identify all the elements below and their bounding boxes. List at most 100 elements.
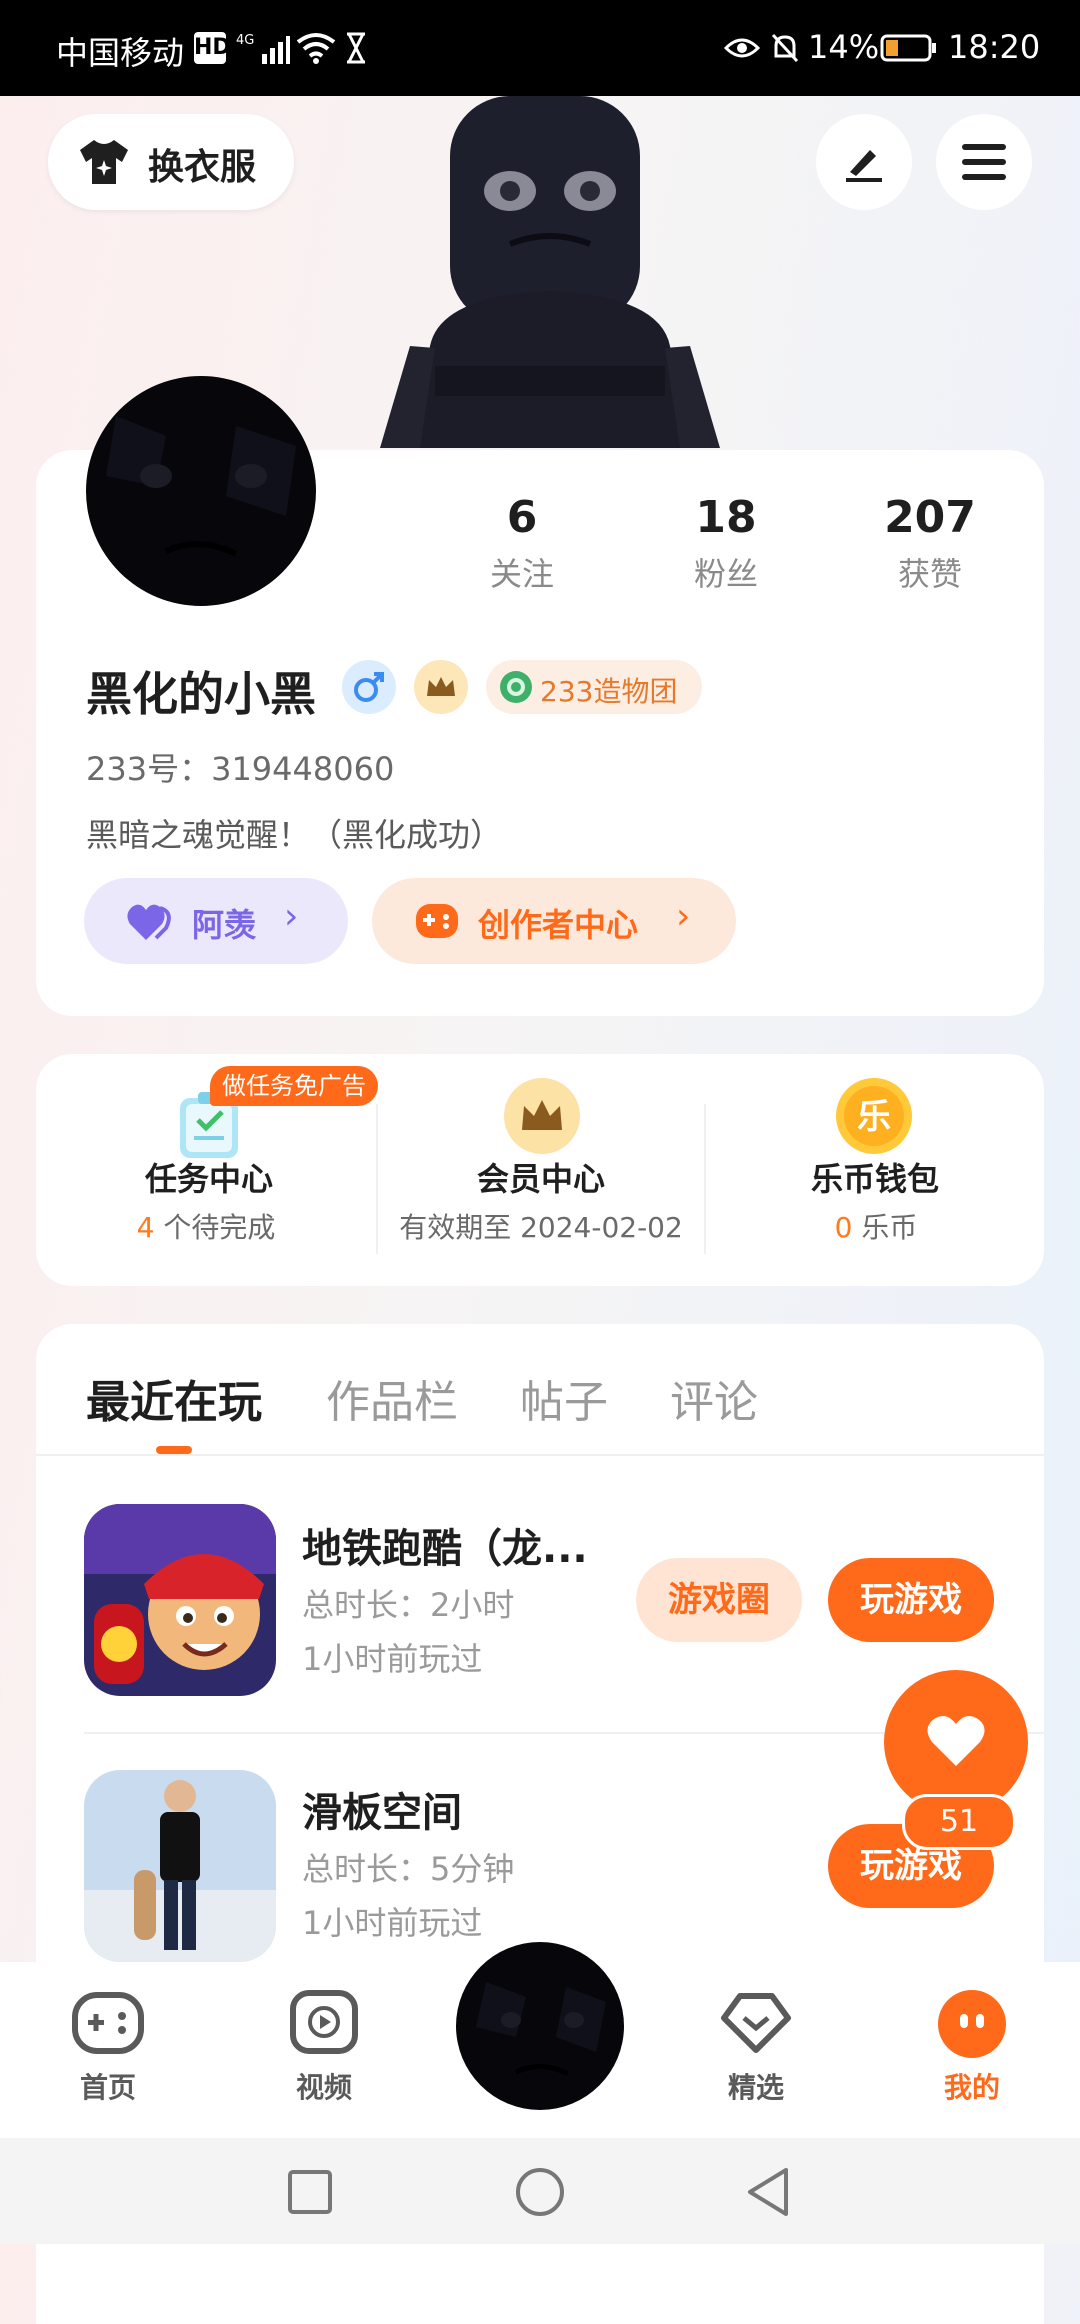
pencil-icon [846,150,882,182]
smiley-icon [938,1990,1006,2058]
floating-like-button[interactable] [884,1670,1028,1814]
chevron-right-icon: › [284,896,299,937]
profile-avatar[interactable] [86,376,316,606]
edit-profile-button[interactable] [816,114,912,210]
stat-following[interactable]: 6 关注 [442,492,602,595]
heart-icon [927,1715,985,1766]
stat-likes[interactable]: 207 获赞 [850,492,1010,595]
nav-home[interactable]: 首页 [38,1962,178,2138]
bio: 黑暗之魂觉醒！（黑化成功） [86,816,503,854]
creator-center-button[interactable]: 创作者中心 › [372,878,736,964]
likes-label: 获赞 [897,555,962,593]
bottom-nav: 首页 视频 精选 我的 [0,1942,1080,2138]
heart-icon [127,904,171,940]
wifi-icon [296,33,336,64]
game-title: 地铁跑酷（龙... [302,1526,588,1572]
gamepad-icon [72,1992,144,2054]
services-card: 任务中心 4 个待完成 做任务免广告 会员中心 有效期至 2024-02-02 … [36,1054,1044,1286]
stat-fans[interactable]: 18 粉丝 [646,492,806,595]
gamepad-icon [416,904,458,938]
nav-featured-label: 精选 [727,2071,784,2104]
chevron-right-icon: › [676,896,691,937]
tab-posts[interactable]: 帖子 [520,1366,608,1430]
avatar-character[interactable] [380,96,720,448]
nav-video-label: 视频 [295,2071,352,2104]
tab-divider [36,1454,1044,1456]
change-outfit-label: 换衣服 [148,147,257,188]
game-circle-button[interactable]: 游戏圈 [636,1558,802,1642]
diamond-heart-icon [721,1993,791,2053]
game-title: 滑板空间 [302,1790,462,1836]
like-count-badge: 51 [902,1794,1016,1850]
task-pending-count: 4 [136,1211,155,1244]
coin-unit: 乐币 [852,1211,918,1244]
game-last-played: 1小时前玩过 [302,1904,483,1942]
skate-space-thumbnail[interactable] [84,1770,276,1962]
nav-mine[interactable]: 我的 [902,1962,1042,2138]
creator-center-label: 创作者中心 [478,906,639,944]
fans-label: 粉丝 [693,555,758,593]
group-emblem-icon [500,671,532,703]
group-badge[interactable]: 233造物团 [486,660,702,714]
signal-icon: 4G [236,33,290,64]
game-row[interactable]: 地铁跑酷（龙... 总时长：2小时 1小时前玩过 游戏圈 玩游戏 [36,1480,1044,1710]
game-row[interactable]: 滑板空间 总时长：5分钟 1小时前玩过 玩游戏 [36,1744,1044,1974]
status-bar: 中国移动 HD 4G 14% 18:20 [0,0,1080,96]
member-center[interactable]: 会员中心 有效期至 2024-02-02 [378,1054,704,1286]
recents-square-icon[interactable] [286,2168,334,2216]
member-center-title: 会员中心 [476,1160,605,1198]
male-icon [342,660,396,714]
battery-percent: 14% [808,28,880,66]
system-nav-bar [0,2138,1080,2244]
play-game-button[interactable]: 玩游戏 [828,1558,994,1642]
user-id: 233号：319448060 [86,750,395,788]
group-badge-label: 233造物团 [540,675,678,708]
wallet-sub: 0 乐币 [776,1206,976,1246]
following-label: 关注 [489,555,554,593]
wallet-title: 乐币钱包 [810,1160,939,1198]
tab-works[interactable]: 作品栏 [326,1366,458,1430]
nav-featured[interactable]: 精选 [686,1962,826,2138]
play-icon [290,1990,358,2054]
battery-icon [880,34,936,62]
member-expiry: 有效期至 2024-02-02 [399,1211,683,1244]
close-friend-button[interactable]: 阿羡 › [84,878,348,964]
close-friend-label: 阿羡 [192,906,257,944]
tab-recent-played[interactable]: 最近在玩 [86,1366,262,1430]
username: 黑化的小黑 [86,667,316,721]
hd-icon: HD [194,32,231,64]
nav-mine-label: 我的 [943,2071,1000,2104]
likes-count: 207 [884,492,976,543]
game-last-played: 1小时前玩过 [302,1640,483,1678]
coin-glyph: 乐 [857,1097,891,1137]
home-circle-icon[interactable] [514,2166,566,2218]
shirt-icon [80,140,128,184]
coin-balance: 0 [834,1211,853,1244]
crown-icon [504,1078,580,1154]
nav-video[interactable]: 视频 [254,1962,394,2138]
task-center-title: 任务中心 [144,1160,273,1198]
back-triangle-icon[interactable] [744,2166,792,2218]
svg-text:4G: 4G [236,33,254,48]
task-pending-label: 个待完成 [154,1211,276,1244]
tab-indicator [156,1446,192,1454]
fans-count: 18 [695,492,757,543]
coin-icon: 乐 [836,1078,912,1154]
task-center-sub: 4 个待完成 [86,1206,326,1246]
game-duration: 总时长：2小时 [302,1586,515,1624]
tab-comments[interactable]: 评论 [670,1366,758,1430]
following-count: 6 [506,492,538,543]
center-avatar-button[interactable] [456,1942,624,2110]
coin-wallet[interactable]: 乐 乐币钱包 0 乐币 [706,1054,1044,1286]
game-duration: 总时长：5分钟 [302,1850,515,1888]
hamburger-icon [962,144,1006,180]
vip-crown-icon[interactable] [414,660,468,714]
nav-home-label: 首页 [79,2071,136,2104]
mute-bell-icon [771,33,799,63]
subway-surfers-thumbnail[interactable] [84,1504,276,1696]
carrier-label: 中国移动 [56,34,185,72]
menu-button[interactable] [936,114,1032,210]
ad-free-badge: 做任务免广告 [210,1066,378,1106]
change-outfit-button[interactable]: 换衣服 [48,114,294,210]
clock: 18:20 [948,28,1041,66]
